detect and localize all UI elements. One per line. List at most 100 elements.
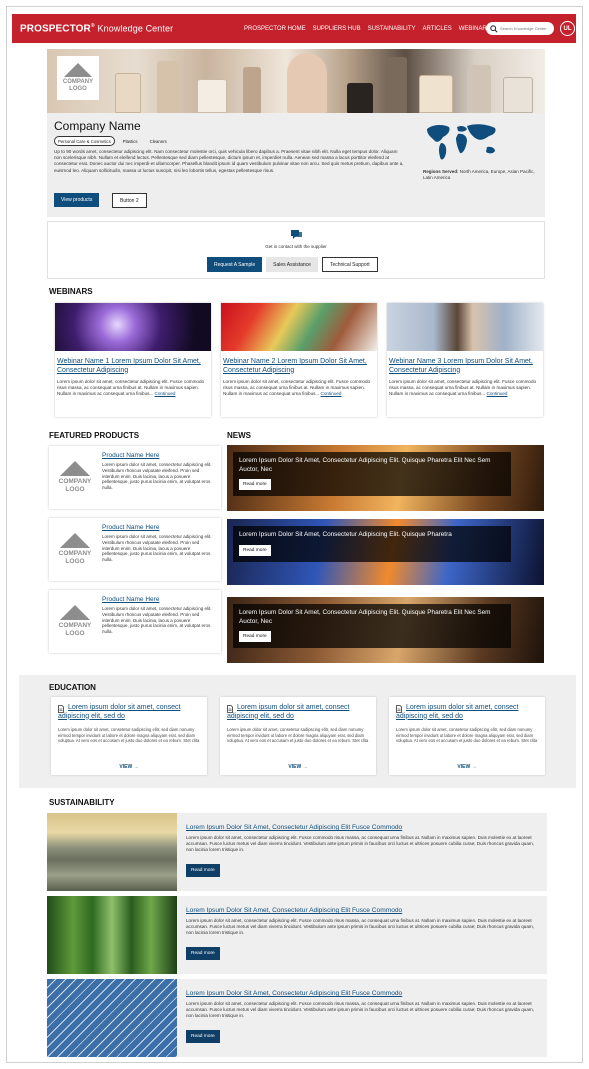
product-card[interactable]: COMPANY LOGO Product Name Here Lorem ipsu… — [49, 590, 221, 653]
news-overlay: Lorem Ipsum Dolor Sit Amet, Consectetur … — [233, 452, 511, 496]
brand-logo[interactable]: PROSPECTOR® Knowledge Center — [20, 23, 173, 34]
product-logo-line2: LOGO — [65, 629, 85, 637]
sustainability-title[interactable]: Lorem Ipsum Dolor Sit Amet, Consectetur … — [186, 907, 402, 914]
regions-served: Regions Served: North America, Europe, A… — [423, 169, 538, 180]
tag-cleaners[interactable]: Cleaners — [146, 136, 171, 146]
product-card[interactable]: COMPANY LOGO Product Name Here Lorem ipsu… — [49, 446, 221, 509]
technical-support-button[interactable]: Technical Support — [321, 257, 378, 272]
news-card[interactable]: Lorem Ipsum Dolor Sit Amet, Consectetur … — [227, 597, 544, 663]
mountain-icon — [60, 461, 90, 476]
webinar-description-text: Lorem ipsum dolor sit amet, consectetur … — [57, 379, 205, 396]
product-logo-line1: COMPANY — [58, 478, 92, 485]
view-link[interactable]: VIEW → — [220, 764, 376, 770]
webinar-image — [55, 303, 211, 351]
view-products-button[interactable]: View products — [54, 193, 100, 207]
tag-personal-care[interactable]: Personal Care & Cosmetics — [54, 136, 115, 146]
product-name-link[interactable]: Product Name Here — [102, 596, 159, 603]
main-nav: PROSPECTOR HOME SUPPLIERS HUB SUSTAINABI… — [244, 26, 491, 32]
tag-plastics[interactable]: Plastics — [119, 136, 142, 146]
secondary-button[interactable]: Button 2 — [112, 193, 147, 208]
continued-link[interactable]: Continued — [487, 391, 508, 396]
education-description: Lorem ipsum dolor sit amet, consetetur s… — [227, 727, 369, 744]
education-title-text: Lorem ipsum dolor sit amet, consect adip… — [227, 704, 350, 720]
education-title[interactable]: Lorem ipsum dolor sit amet, consect adip… — [227, 704, 373, 721]
webinar-title[interactable]: Webinar Name 2 Lorem Ipsum Dolor Sit Ame… — [223, 358, 373, 375]
webinar-description: Lorem ipsum dolor sit amet, consectetur … — [223, 379, 373, 397]
webinar-title[interactable]: Webinar Name 1 Lorem Ipsum Dolor Sit Ame… — [57, 358, 207, 375]
webinars-heading: WEBINARS — [49, 287, 93, 296]
news-overlay: Lorem Ipsum Dolor Sit Amet, Consectetur … — [233, 526, 511, 562]
news-title[interactable]: Lorem Ipsum Dolor Sit Amet, Consectetur … — [239, 457, 505, 474]
sustainability-card[interactable]: Lorem Ipsum Dolor Sit Amet, Consectetur … — [47, 813, 547, 891]
education-title[interactable]: Lorem ipsum dolor sit amet, consect adip… — [396, 704, 542, 721]
webinar-card[interactable]: Webinar Name 3 Lorem Ipsum Dolor Sit Ame… — [387, 303, 543, 417]
view-link[interactable]: VIEW → — [51, 764, 207, 770]
featured-products-heading: FEATURED PRODUCTS — [49, 431, 140, 440]
nav-articles[interactable]: ARTICLES — [423, 26, 452, 32]
company-hero: COMPANY LOGO Company Name Personal Care &… — [47, 49, 545, 217]
education-description: Lorem ipsum dolor sit amet, consetetur s… — [58, 727, 200, 744]
product-logo-line2: LOGO — [65, 557, 85, 565]
read-more-button[interactable]: Read more — [186, 864, 220, 877]
product-company-logo: COMPANY LOGO — [55, 526, 95, 572]
mountain-icon — [64, 63, 92, 77]
company-name: Company Name — [54, 119, 141, 133]
contact-label: Get in contact with the supplier — [265, 244, 327, 249]
read-more-button[interactable]: Read more — [186, 947, 220, 960]
regions-served-label: Regions Served: — [423, 169, 459, 174]
request-sample-button[interactable]: Request A Sample — [207, 257, 263, 272]
read-more-button[interactable]: Read more — [186, 1030, 220, 1043]
webinar-title[interactable]: Webinar Name 3 Lorem Ipsum Dolor Sit Ame… — [389, 358, 539, 375]
sustainability-description: Lorem ipsum dolor sit amet, consectetur … — [186, 918, 535, 936]
continued-link[interactable]: Continued — [321, 391, 342, 396]
search-input[interactable] — [500, 26, 552, 31]
webinar-card[interactable]: Webinar Name 1 Lorem Ipsum Dolor Sit Ame… — [55, 303, 211, 417]
sustainability-image — [47, 896, 177, 974]
product-card[interactable]: COMPANY LOGO Product Name Here Lorem ipsu… — [49, 518, 221, 581]
hero-banner-image — [47, 49, 545, 113]
view-link[interactable]: VIEW → — [389, 764, 545, 770]
product-name-link[interactable]: Product Name Here — [102, 524, 159, 531]
news-card[interactable]: Lorem Ipsum Dolor Sit Amet, Consectetur … — [227, 445, 544, 511]
sales-assistance-button[interactable]: Sales Assistance — [266, 257, 318, 272]
sustainability-title[interactable]: Lorem Ipsum Dolor Sit Amet, Consectetur … — [186, 824, 402, 831]
nav-prospector-home[interactable]: PROSPECTOR HOME — [244, 26, 306, 32]
education-card[interactable]: Lorem ipsum dolor sit amet, consect adip… — [220, 697, 376, 775]
news-title[interactable]: Lorem Ipsum Dolor Sit Amet, Consectetur … — [239, 531, 505, 540]
product-name-link[interactable]: Product Name Here — [102, 452, 159, 459]
product-description: Lorem ipsum dolor sit amet, consectetur … — [102, 462, 212, 491]
webinar-card[interactable]: Webinar Name 2 Lorem Ipsum Dolor Sit Ame… — [221, 303, 377, 417]
sustainability-card[interactable]: Lorem Ipsum Dolor Sit Amet, Consectetur … — [47, 979, 547, 1057]
read-more-button[interactable]: Read more — [239, 479, 271, 490]
sustainability-card[interactable]: Lorem Ipsum Dolor Sit Amet, Consectetur … — [47, 896, 547, 974]
read-more-button[interactable]: Read more — [239, 544, 271, 556]
product-description: Lorem ipsum dolor sit amet, consectetur … — [102, 534, 212, 563]
sustainability-heading: SUSTAINABILITY — [49, 798, 115, 807]
search-box[interactable] — [486, 22, 554, 35]
nav-sustainability[interactable]: SUSTAINABILITY — [368, 26, 416, 32]
product-logo-line2: LOGO — [65, 485, 85, 493]
news-card[interactable]: Lorem Ipsum Dolor Sit Amet, Consectetur … — [227, 519, 544, 585]
news-overlay: Lorem Ipsum Dolor Sit Amet, Consectetur … — [233, 604, 511, 648]
ul-logo: UL — [560, 21, 575, 36]
education-title-text: Lorem ipsum dolor sit amet, consect adip… — [58, 704, 181, 720]
company-description: Up to 90 words amet, consectetur adipisc… — [54, 149, 404, 173]
news-heading: NEWS — [227, 431, 251, 440]
sustainability-title[interactable]: Lorem Ipsum Dolor Sit Amet, Consectetur … — [186, 990, 402, 997]
education-title[interactable]: Lorem ipsum dolor sit amet, consect adip… — [58, 704, 204, 721]
education-card[interactable]: Lorem ipsum dolor sit amet, consect adip… — [389, 697, 545, 775]
product-company-logo: COMPANY LOGO — [55, 598, 95, 644]
sustainability-image — [47, 813, 177, 891]
mountain-icon — [60, 605, 90, 620]
contact-supplier-panel: Get in contact with the supplier Request… — [47, 221, 545, 279]
continued-link[interactable]: Continued — [155, 391, 176, 396]
brand-registered-mark: ® — [90, 23, 95, 29]
education-card[interactable]: Lorem ipsum dolor sit amet, consect adip… — [51, 697, 207, 775]
search-icon — [490, 24, 498, 33]
read-more-button[interactable]: Read more — [239, 631, 271, 642]
webinar-description-text: Lorem ipsum dolor sit amet, consectetur … — [223, 379, 371, 396]
top-nav-bar: PROSPECTOR® Knowledge Center PROSPECTOR … — [12, 14, 576, 43]
nav-suppliers-hub[interactable]: SUPPLIERS HUB — [313, 26, 361, 32]
product-description: Lorem ipsum dolor sit amet, consectetur … — [102, 606, 212, 635]
news-title[interactable]: Lorem Ipsum Dolor Sit Amet, Consectetur … — [239, 609, 505, 626]
